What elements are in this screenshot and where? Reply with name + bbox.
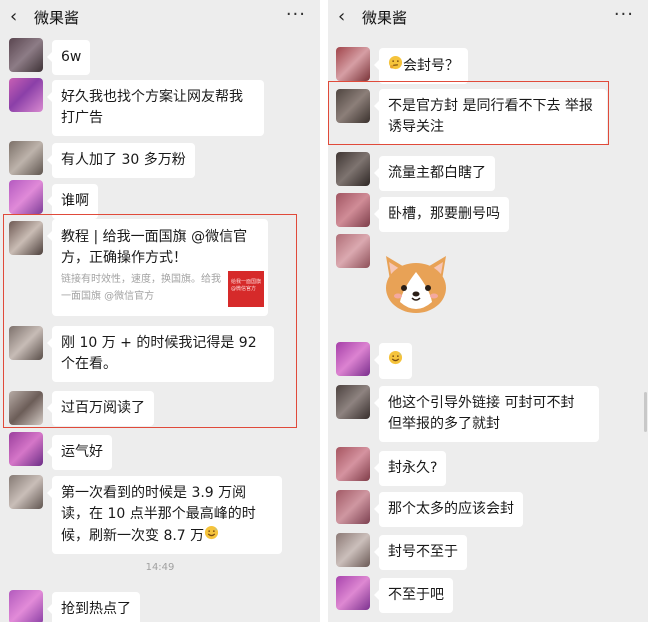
message-bubble: 6w [46, 40, 91, 75]
message-bubble: 好久我也找个方案让网友帮我打广告 [47, 80, 264, 136]
message-bubble: 运气好 [47, 435, 112, 470]
avatar[interactable] [336, 234, 370, 268]
message-text: 他这个引导外链接 可封可不封 但举报的多了就封 [388, 395, 575, 432]
avatar[interactable] [9, 590, 43, 622]
highlight-box [328, 81, 609, 145]
timestamp: 14:49 [145, 562, 175, 573]
message-text: 卧槽，那要删号吗 [388, 206, 500, 222]
avatar[interactable] [336, 385, 370, 419]
highlight-box [3, 214, 297, 428]
avatar[interactable] [336, 576, 370, 610]
scrollbar[interactable] [644, 392, 647, 432]
message-bubble: 那个太多的应该会封 [374, 492, 523, 527]
message-bubble: 封号不至于 [374, 535, 467, 570]
chat-header: ‹ 微果酱 ··· [328, 0, 648, 36]
chat-title: 微果酱 [362, 9, 408, 27]
message-text: 运气好 [61, 444, 103, 460]
message-text: 谁啊 [61, 193, 89, 209]
avatar[interactable] [9, 180, 43, 214]
message-text: 封号不至于 [388, 544, 458, 560]
chat-panel-right: ‹ 微果酱 ··· 会封号？ 不是官方封 是同行看不下去 举报诱导关注 流量主都… [328, 0, 648, 622]
chat-title: 微果酱 [34, 9, 80, 27]
message-text: 好久我也找个方案让网友帮我打广告 [61, 89, 243, 126]
message-text: 封永久? [388, 460, 438, 476]
avatar[interactable] [9, 78, 43, 112]
avatar[interactable] [9, 38, 43, 72]
message-bubble: 第一次看到的时候是 3.9 万阅读，在 10 点半那个最高峰的时候，刷新一次变 … [47, 476, 282, 554]
more-options-icon[interactable]: ··· [614, 6, 634, 24]
message-bubble: 抢到热点了 [47, 592, 140, 622]
message-text: 6w [61, 49, 82, 65]
avatar[interactable] [336, 342, 370, 376]
chat-header: ‹ 微果酱 ··· [0, 0, 320, 36]
message-text: 第一次看到的时候是 3.9 万阅读，在 10 点半那个最高峰的时候，刷新一次变 … [61, 485, 256, 544]
back-arrow-icon[interactable]: ‹ [10, 7, 17, 27]
message-bubble: 他这个引导外链接 可封可不封 但举报的多了就封 [374, 386, 599, 442]
message-bubble [374, 343, 412, 379]
message-text: 抢到热点了 [61, 601, 131, 617]
message-bubble: 卧槽，那要删号吗 [374, 197, 509, 232]
message-text: 流量主都白瞎了 [388, 165, 486, 181]
avatar[interactable] [9, 475, 43, 509]
message-bubble: 不至于吧 [374, 578, 453, 613]
message-bubble: 有人加了 30 多万粉 [47, 143, 195, 178]
message-text: 那个太多的应该会封 [388, 501, 514, 517]
message-bubble: 会封号？ [374, 48, 468, 84]
avatar[interactable] [336, 47, 370, 81]
back-arrow-icon[interactable]: ‹ [338, 7, 345, 27]
avatar[interactable] [336, 193, 370, 227]
message-text: 不至于吧 [388, 587, 444, 603]
corgi-sticker-icon [380, 250, 452, 318]
message-text: 会封号？ [403, 58, 459, 74]
sweat-smile-emoji-icon [204, 525, 219, 547]
avatar[interactable] [336, 533, 370, 567]
avatar[interactable] [336, 152, 370, 186]
message-bubble: 流量主都白瞎了 [374, 156, 495, 191]
avatar[interactable] [336, 490, 370, 524]
avatar[interactable] [9, 432, 43, 466]
panel-divider [320, 0, 328, 622]
more-options-icon[interactable]: ··· [286, 6, 306, 24]
chat-panel-left: ‹ 微果酱 ··· 6w 好久我也找个方案让网友帮我打广告 有人加了 30 多万… [0, 0, 320, 622]
avatar[interactable] [336, 447, 370, 481]
sweat-smile-emoji-icon [388, 350, 403, 372]
avatar[interactable] [9, 141, 43, 175]
message-bubble: 封永久? [373, 451, 447, 486]
thinking-emoji-icon [388, 55, 403, 77]
message-text: 有人加了 30 多万粉 [61, 152, 186, 168]
